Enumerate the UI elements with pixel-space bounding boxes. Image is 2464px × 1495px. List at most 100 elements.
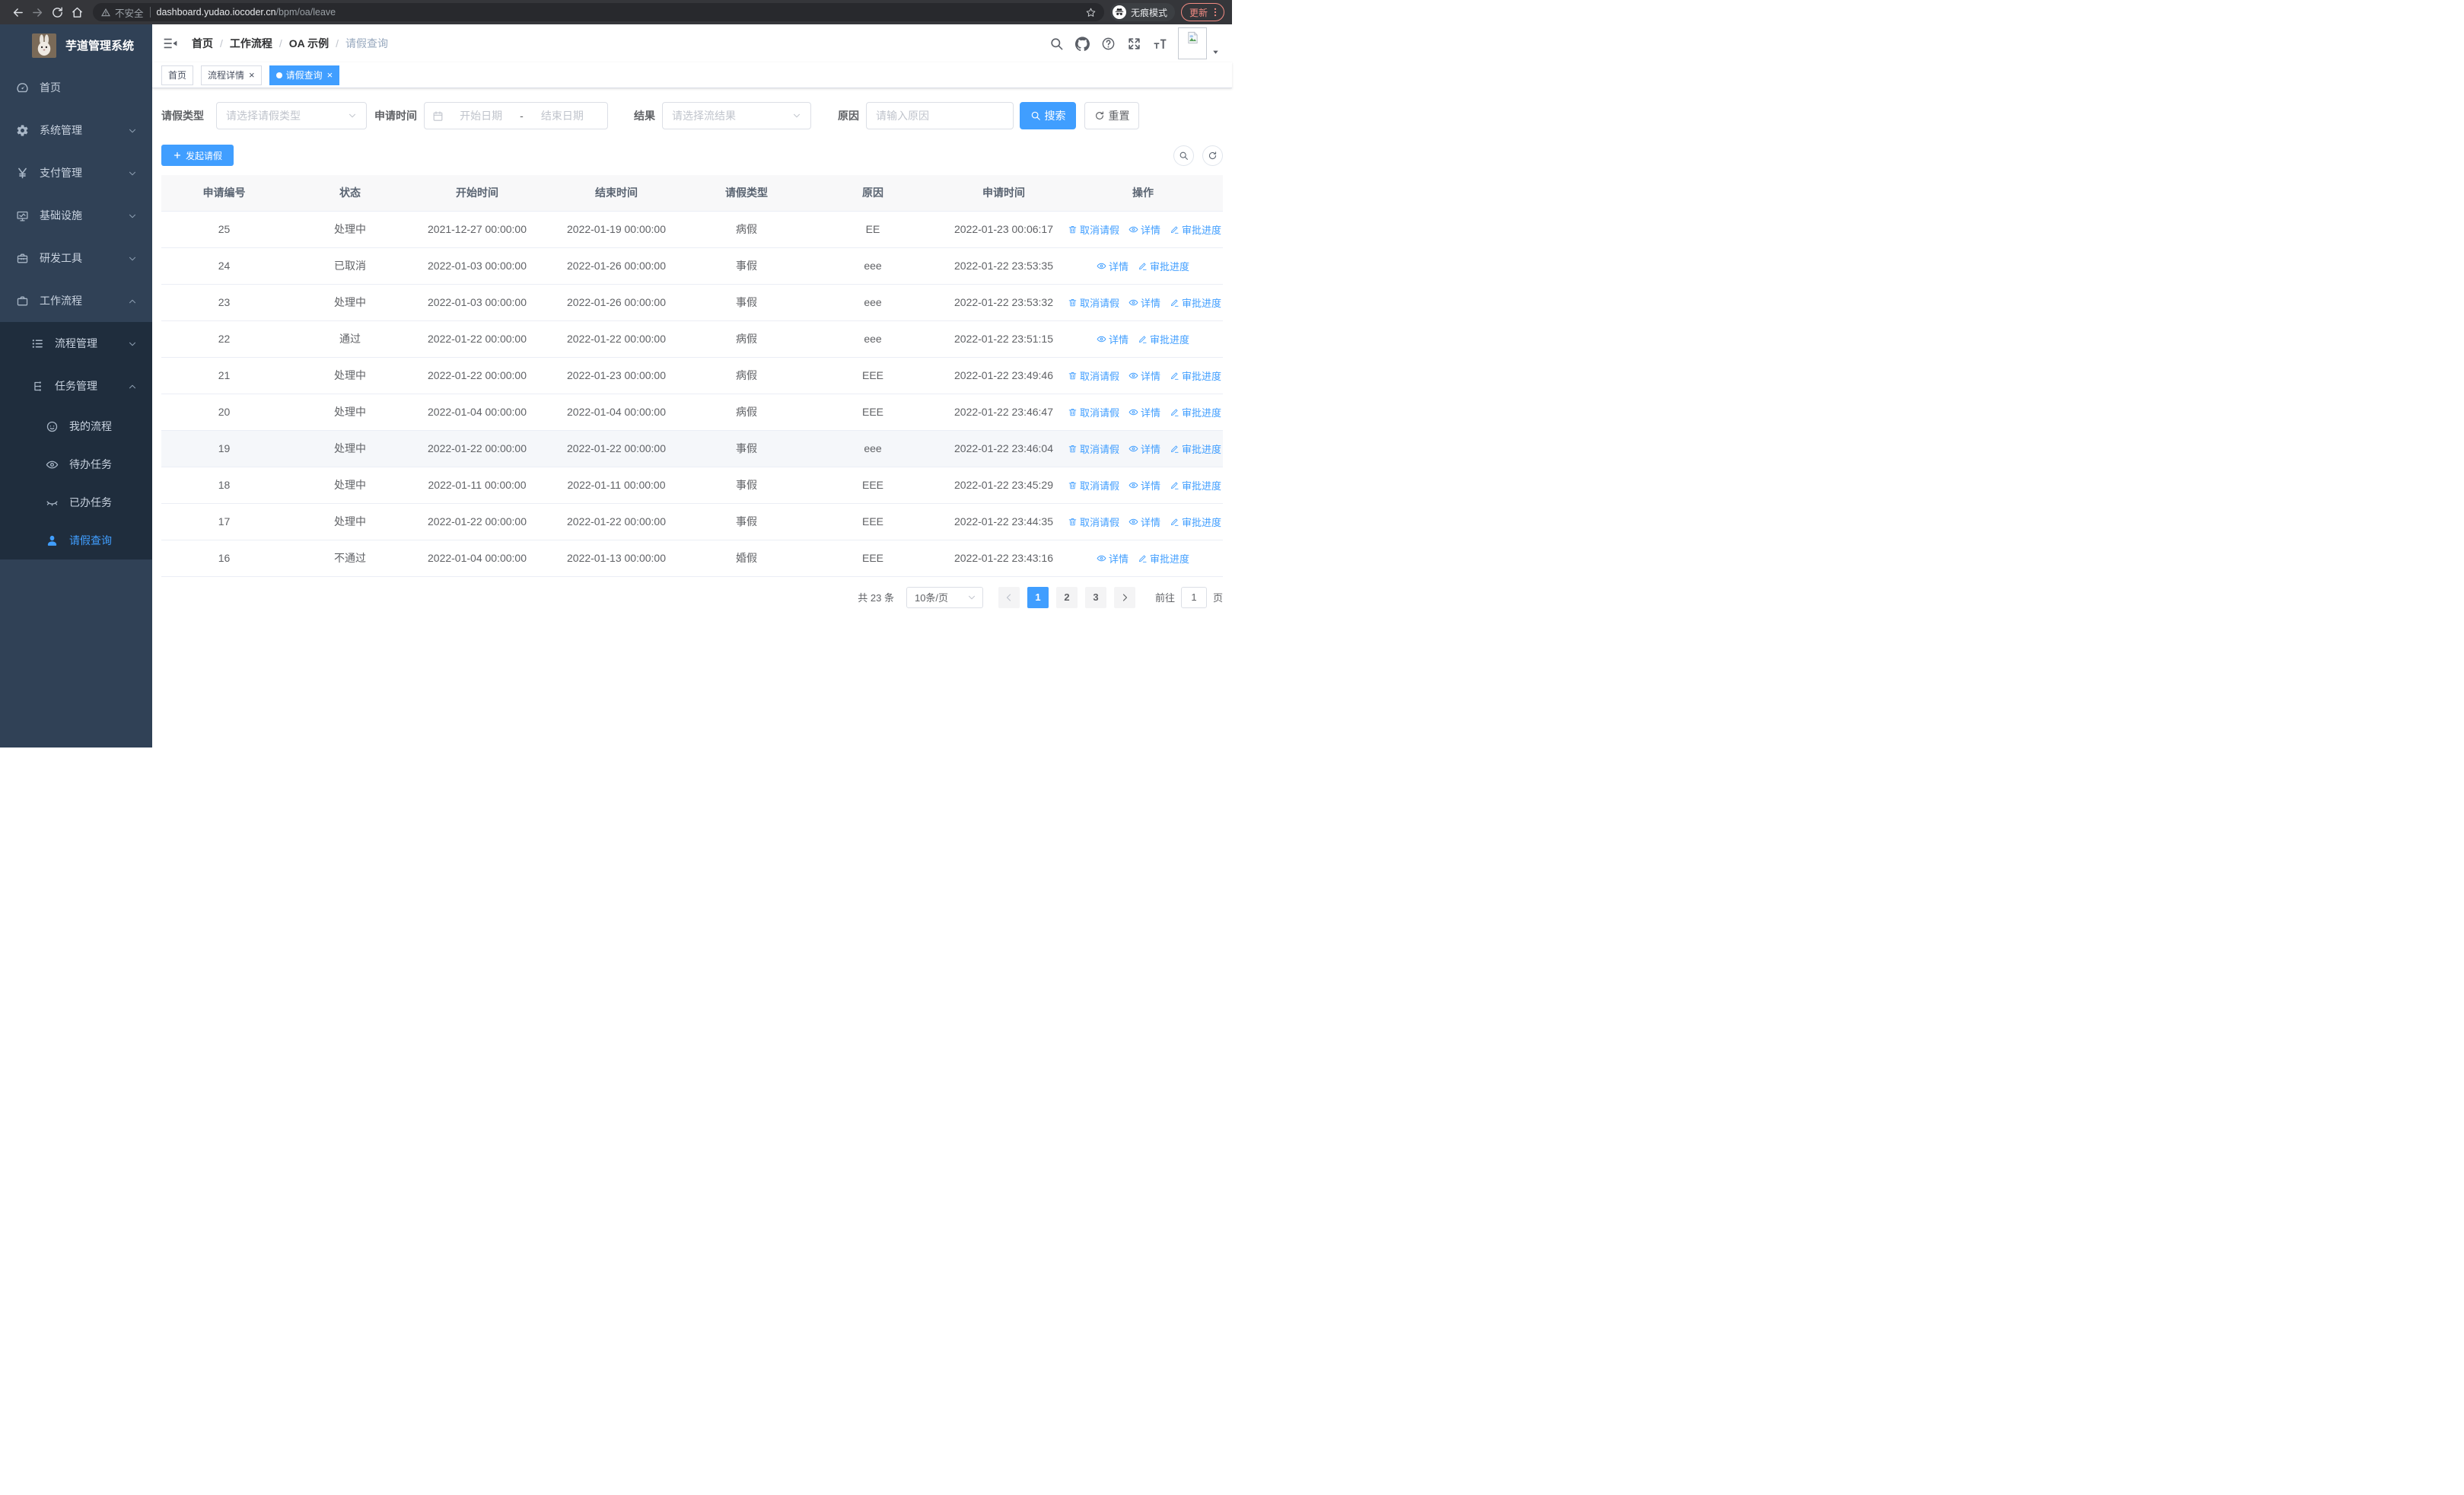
page-3-button[interactable]: 3 <box>1084 586 1106 608</box>
end-date-placeholder: 结束日期 <box>540 110 584 122</box>
detail-link[interactable]: 详情 <box>1129 441 1160 456</box>
sidebar-item-todo-tasks[interactable]: 待办任务 <box>0 445 152 483</box>
cell-end-time: 2022-01-26 00:00:00 <box>541 247 692 285</box>
font-size-icon[interactable] <box>1153 37 1167 51</box>
cell-actions: 取消请假 详情 审批进度 <box>1063 503 1223 540</box>
sidebar-collapse-icon[interactable] <box>163 36 178 51</box>
close-icon[interactable]: × <box>249 70 255 80</box>
result-select[interactable]: 请选择流结果 <box>662 102 811 129</box>
browser-forward-icon[interactable] <box>27 3 47 21</box>
approval-progress-link[interactable]: 审批进度 <box>1170 295 1221 310</box>
approval-progress-link[interactable]: 审批进度 <box>1170 222 1221 237</box>
create-leave-button[interactable]: 发起请假 <box>161 145 234 166</box>
eye-icon <box>1129 298 1138 308</box>
address-bar[interactable]: 不安全 dashboard.yudao.iocoder.cn/bpm/oa/le… <box>93 3 1104 21</box>
prev-page-button[interactable] <box>998 586 1020 608</box>
browser-reload-icon[interactable] <box>47 3 67 21</box>
cell-end-time: 2022-01-26 00:00:00 <box>541 284 692 321</box>
browser-toolbar: 不安全 dashboard.yudao.iocoder.cn/bpm/oa/le… <box>0 0 1232 24</box>
detail-link[interactable]: 详情 <box>1097 332 1129 346</box>
leave-type-select[interactable]: 请选择请假类型 <box>216 102 367 129</box>
tab-process-detail[interactable]: 流程详情 × <box>201 65 262 85</box>
tab-leave-query[interactable]: 请假查询 × <box>269 65 340 85</box>
sidebar-item-process-management[interactable]: 流程管理 <box>0 322 152 365</box>
sidebar-item-my-processes[interactable]: 我的流程 <box>0 407 152 445</box>
sidebar-item-label: 任务管理 <box>55 380 97 392</box>
cancel-leave-link[interactable]: 取消请假 <box>1068 515 1119 529</box>
cell-apply-time: 2022-01-23 00:06:17 <box>944 211 1063 248</box>
detail-link[interactable]: 详情 <box>1129 295 1160 310</box>
cell-reason: EEE <box>801 357 944 394</box>
cancel-leave-link[interactable]: 取消请假 <box>1068 405 1119 419</box>
browser-update-button[interactable]: 更新 <box>1180 3 1224 21</box>
approval-progress-link[interactable]: 审批进度 <box>1138 332 1189 346</box>
page-size-select[interactable]: 10条/页 <box>906 586 983 608</box>
next-page-button[interactable] <box>1113 586 1135 608</box>
tab-label: 首页 <box>168 70 187 81</box>
apply-time-range-picker[interactable]: 开始日期 - 结束日期 <box>424 102 608 129</box>
user-menu-caret-icon[interactable] <box>1211 48 1220 56</box>
page-1-button[interactable]: 1 <box>1027 586 1049 608</box>
reason-input[interactable]: 请输入原因 <box>866 102 1014 129</box>
detail-link[interactable]: 详情 <box>1129 405 1160 419</box>
approval-progress-link[interactable]: 审批进度 <box>1170 515 1221 529</box>
detail-link[interactable]: 详情 <box>1097 259 1129 273</box>
cell-actions: 取消请假 详情 审批进度 <box>1063 211 1223 248</box>
page-2-button[interactable]: 2 <box>1055 586 1078 608</box>
bookmark-star-icon[interactable] <box>1085 7 1097 18</box>
cancel-leave-link[interactable]: 取消请假 <box>1068 222 1119 237</box>
detail-link[interactable]: 详情 <box>1129 368 1160 383</box>
browser-menu-icon[interactable] <box>1210 7 1221 18</box>
chevron-down-icon <box>348 111 357 120</box>
sidebar-item-task-management[interactable]: 任务管理 <box>0 365 152 407</box>
active-tab-dot <box>275 72 282 78</box>
user-avatar[interactable] <box>1178 27 1207 59</box>
cancel-leave-link[interactable]: 取消请假 <box>1068 368 1119 383</box>
approval-progress-link[interactable]: 审批进度 <box>1170 478 1221 492</box>
table-refresh-button[interactable] <box>1202 145 1223 166</box>
reset-button[interactable]: 重置 <box>1084 102 1139 129</box>
goto-page-input[interactable]: 1 <box>1180 586 1207 608</box>
detail-link[interactable]: 详情 <box>1097 551 1129 566</box>
sidebar-item-home[interactable]: 首页 <box>0 66 152 109</box>
approval-progress-link[interactable]: 审批进度 <box>1170 405 1221 419</box>
approval-progress-link[interactable]: 审批进度 <box>1170 441 1221 456</box>
cancel-leave-link[interactable]: 取消请假 <box>1068 295 1119 310</box>
github-icon[interactable] <box>1075 36 1090 51</box>
sidebar-item-infrastructure[interactable]: 基础设施 <box>0 194 152 237</box>
sidebar-item-dev-tools[interactable]: 研发工具 <box>0 237 152 279</box>
app-logo[interactable]: 芋道管理系统 <box>0 24 152 66</box>
sidebar-item-system-management[interactable]: 系统管理 <box>0 109 152 151</box>
breadcrumb-item[interactable]: OA 示例 <box>289 36 329 51</box>
flow-icon <box>31 380 44 393</box>
breadcrumb-item[interactable]: 工作流程 <box>230 36 272 51</box>
detail-link[interactable]: 详情 <box>1129 515 1160 529</box>
fullscreen-icon[interactable] <box>1127 37 1141 51</box>
approval-progress-link[interactable]: 审批进度 <box>1170 368 1221 383</box>
cell-actions: 取消请假 详情 审批进度 <box>1063 394 1223 431</box>
total-count: 共 23 条 <box>858 592 894 604</box>
detail-link[interactable]: 详情 <box>1129 222 1160 237</box>
cell-apply-id: 24 <box>161 247 287 285</box>
table-search-button[interactable] <box>1173 145 1194 166</box>
search-button[interactable]: 搜索 <box>1020 102 1076 129</box>
detail-link[interactable]: 详情 <box>1129 478 1160 492</box>
close-icon[interactable]: × <box>327 70 333 80</box>
trash-icon <box>1068 444 1078 454</box>
cancel-leave-link[interactable]: 取消请假 <box>1068 441 1119 456</box>
cancel-leave-link[interactable]: 取消请假 <box>1068 478 1119 492</box>
sidebar-item-leave-query[interactable]: 请假查询 <box>0 521 152 559</box>
help-icon[interactable] <box>1101 37 1116 51</box>
approval-progress-link[interactable]: 审批进度 <box>1138 259 1189 273</box>
search-icon[interactable] <box>1049 37 1064 51</box>
approval-progress-link[interactable]: 审批进度 <box>1138 551 1189 566</box>
breadcrumb-item[interactable]: 首页 <box>192 36 213 51</box>
sidebar-item-done-tasks[interactable]: 已办任务 <box>0 483 152 521</box>
sidebar-item-workflow[interactable]: 工作流程 <box>0 279 152 322</box>
cell-leave-type: 病假 <box>692 394 801 431</box>
tab-home[interactable]: 首页 <box>161 65 194 85</box>
cell-leave-type: 病假 <box>692 320 801 358</box>
sidebar-item-payment-management[interactable]: 支付管理 <box>0 151 152 194</box>
browser-home-icon[interactable] <box>67 3 87 21</box>
browser-back-icon[interactable] <box>8 3 27 21</box>
